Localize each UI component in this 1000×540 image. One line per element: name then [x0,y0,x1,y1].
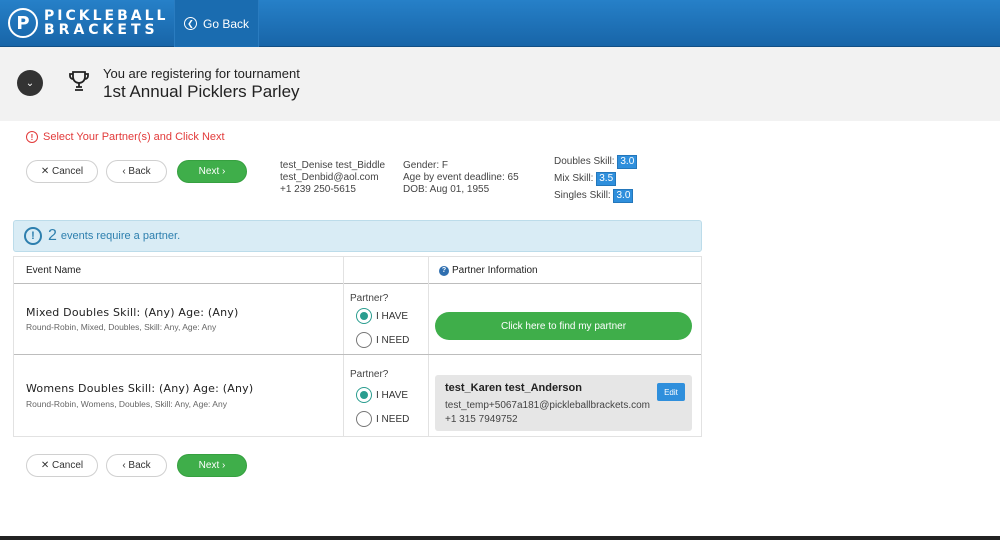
notice-text: Select Your Partner(s) and Click Next [43,131,225,143]
go-back-button[interactable]: ❮ Go Back [174,0,259,47]
back-button-bottom[interactable]: ‹ Back [106,454,167,477]
col-partner-label: Partner Information [452,265,538,276]
event-details-mixed: Round-Robin, Mixed, Doubles, Skill: Any,… [26,322,217,332]
logo-line-2: BRACKETS [44,22,159,38]
radio-have-label: I HAVE [376,310,409,322]
chevron-left-circle-icon: ❮ [183,17,197,30]
back-button[interactable]: ‹ Back [106,160,167,183]
tournament-name: 1st Annual Picklers Parley [103,82,300,101]
go-back-label: Go Back [202,16,250,31]
trophy-icon [69,71,89,91]
info-circle-icon: ! [24,227,42,245]
partner-required-alert: ! 2 events require a partner. [13,220,702,252]
cancel-button[interactable]: ✕ Cancel [26,160,98,183]
exclamation-circle-icon: ! [26,131,38,143]
collapse-toggle-button[interactable]: ⌄ [17,70,43,96]
alert-text: events require a partner. [60,230,181,242]
partner-question-womens: Partner? [350,369,389,380]
radio-need-mixed[interactable]: I NEED [356,332,409,348]
radio-need-womens[interactable]: I NEED [356,411,409,427]
mix-skill-badge: 3.5 [596,172,617,186]
radio-unchecked-icon [356,411,372,427]
player-phone: +1 239 250-5615 [280,184,356,195]
event-name-mixed: Mixed Doubles Skill: (Any) Age: (Any) [26,306,239,319]
player-age-deadline: Age by event deadline: 65 [403,172,519,183]
partner-question-mixed: Partner? [350,293,389,304]
radio-checked-icon [356,387,372,403]
top-navbar: P PICKLEBALL BRACKETS ❮ Go Back [0,0,1000,47]
col-event-name: Event Name [26,265,82,276]
next-button-bottom[interactable]: Next › [177,454,247,477]
player-dob: DOB: Aug 01, 1955 [403,184,490,195]
row-divider [14,354,701,355]
select-partner-notice: ! Select Your Partner(s) and Click Next [26,131,225,143]
player-name: test_Denise test_Biddle [280,160,386,171]
singles-skill-label: Singles Skill: [554,190,611,201]
tournament-banner: ⌄ You are registering for tournament 1st… [0,47,1000,121]
col-divider-1 [343,257,344,436]
events-table: Event Name ? Partner Information Mixed D… [13,256,702,437]
col-divider-2 [428,257,429,436]
next-button[interactable]: Next › [177,160,247,183]
partner-card: test_Karen test_Anderson test_temp+5067a… [435,375,692,431]
doubles-skill-label: Doubles Skill: [554,156,615,167]
cancel-button-bottom[interactable]: ✕ Cancel [26,454,98,477]
chevrons-down-icon: ⌄ [25,77,35,89]
player-demographics: Gender: F Age by event deadline: 65 DOB:… [403,160,519,196]
radio-need-label: I NEED [376,334,410,346]
footer-strip [0,536,1000,540]
event-name-womens: Womens Doubles Skill: (Any) Age: (Any) [26,382,254,395]
logo-line-1: PICKLEBALL [44,8,169,24]
edit-partner-button[interactable]: Edit [657,383,685,401]
pickleball-brackets-logo[interactable]: P PICKLEBALL BRACKETS [8,7,168,39]
partner-name: test_Karen test_Anderson [445,382,582,394]
partner-email: test_temp+5067a181@pickleballbrackets.co… [445,400,650,411]
logo-icon: P [8,8,38,38]
doubles-skill-badge: 3.0 [617,155,638,169]
singles-skill: Singles Skill: 3.0 [554,187,637,204]
radio-have-mixed[interactable]: I HAVE [356,308,408,324]
player-contact-info: test_Denise test_Biddle test_Denbid@aol.… [280,160,385,196]
radio-unchecked-icon [356,332,372,348]
col-partner-info: ? Partner Information [439,257,689,284]
partner-phone: +1 315 7949752 [445,414,518,425]
player-email: test_Denbid@aol.com [280,172,379,183]
logo-text: PICKLEBALL BRACKETS [44,9,168,37]
player-gender: Gender: F [403,160,449,171]
find-partner-button[interactable]: Click here to find my partner [435,312,692,340]
player-skills: Doubles Skill: 3.0 Mix Skill: 3.5 Single… [554,153,638,204]
radio-need-label: I NEED [376,413,410,425]
mix-skill-label: Mix Skill: [554,173,594,184]
registering-label: You are registering for tournament [103,66,300,81]
doubles-skill: Doubles Skill: 3.0 [554,153,638,170]
question-circle-icon: ? [439,265,449,276]
singles-skill-badge: 3.0 [613,189,634,203]
event-details-womens: Round-Robin, Womens, Doubles, Skill: Any… [26,399,227,409]
radio-checked-icon [356,308,372,324]
radio-have-label: I HAVE [376,389,409,401]
alert-count: 2 [48,227,57,244]
radio-have-womens[interactable]: I HAVE [356,387,408,403]
mix-skill: Mix Skill: 3.5 [554,170,637,187]
